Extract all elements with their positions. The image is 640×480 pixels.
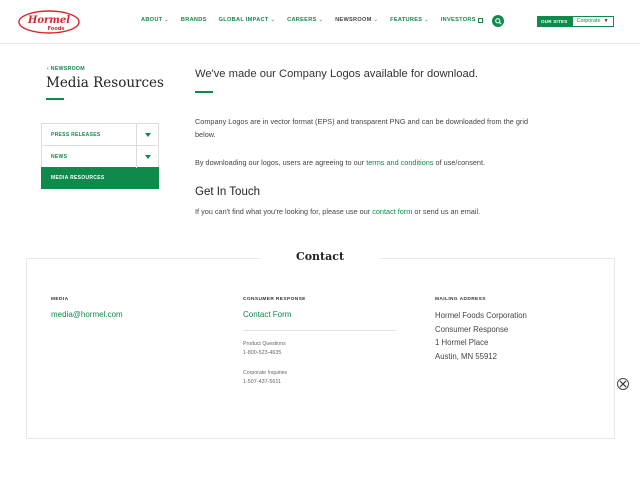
external-link-icon	[477, 17, 483, 23]
page-title: Media Resources	[46, 75, 164, 91]
contact-top-border-left	[26, 258, 280, 259]
title-underline	[46, 98, 64, 100]
subnav-label: PRESS RELEASES	[51, 131, 101, 138]
caret-down-icon	[144, 132, 151, 137]
headline-underline	[195, 91, 213, 93]
close-icon	[619, 380, 627, 388]
nav-about[interactable]: ABOUT ⌄	[141, 17, 169, 23]
logos-description: Company Logos are in vector format (EPS)…	[195, 117, 528, 139]
chevron-down-icon: ⌄	[164, 17, 169, 23]
nav-newsroom-label: NEWSROOM	[335, 17, 372, 23]
subnav-item-media-resources[interactable]: MEDIA RESOURCES	[41, 167, 159, 189]
nav-brands-label: BRANDS	[180, 17, 207, 23]
contact-form-link[interactable]: contact form	[372, 207, 412, 216]
chevron-down-icon: ⌄	[373, 17, 379, 23]
corporate-inquiries-label: Corporate Inquiries	[243, 370, 288, 376]
nav-investors[interactable]: INVESTORS	[441, 17, 483, 23]
get-in-touch-heading: Get In Touch	[195, 186, 260, 198]
our-sites-dropdown[interactable]: Corporate ▼	[571, 16, 614, 27]
terms-and-conditions-link[interactable]: terms and conditions	[366, 158, 433, 167]
contact-text-before: If you can't find what you're looking fo…	[195, 207, 373, 216]
chevron-down-icon: ⌄	[318, 17, 324, 23]
site-header: Hormel Foods ABOUT ⌄ BRANDS GLOBAL IMPACT…	[0, 0, 640, 44]
mailing-address: Hormel Foods Corporation Consumer Respon…	[435, 309, 527, 363]
search-icon	[494, 17, 502, 25]
caret-down-icon: ▼	[603, 18, 609, 24]
our-sites-value: Corporate	[576, 18, 601, 24]
contact-paragraph: If you can't find what you're looking fo…	[195, 206, 545, 219]
nav-about-label: ABOUT	[141, 17, 163, 23]
nav-global-impact[interactable]: GLOBAL IMPACT ⌄	[219, 17, 276, 23]
subnav-label: MEDIA RESOURCES	[51, 175, 105, 181]
chevron-down-icon: ⌄	[424, 17, 429, 23]
logo-graphic: Hormel Foods	[18, 10, 80, 34]
nav-global-impact-label: GLOBAL IMPACT	[218, 17, 269, 23]
consumer-divider	[243, 330, 396, 331]
contact-title: Contact	[260, 250, 380, 263]
subnav-label: NEWS	[51, 153, 68, 160]
consumer-response-heading: CONSUMER RESPONSE	[243, 297, 306, 302]
svg-text:Hormel: Hormel	[27, 15, 70, 26]
section-subnav: PRESS RELEASES NEWS MEDIA RESOURCES	[41, 123, 159, 189]
media-email-link[interactable]: media@hormel.com	[51, 310, 123, 319]
our-sites-selector: OUR SITES Corporate ▼	[537, 16, 614, 27]
expand-toggle[interactable]	[136, 123, 158, 146]
mailing-address-heading: MAILING ADDRESS	[435, 297, 486, 302]
contact-text-after: or send us an email.	[412, 207, 481, 216]
media-heading: MEDIA	[51, 297, 69, 302]
svg-text:Foods: Foods	[48, 26, 65, 32]
nav-careers-label: CAREERS	[287, 17, 317, 23]
contact-top-border-right	[360, 258, 615, 259]
product-questions-label: Product Questions	[243, 341, 286, 347]
subnav-item-press-releases[interactable]: PRESS RELEASES	[41, 123, 159, 146]
main-headline: We've made our Company Logos available f…	[195, 68, 479, 80]
expand-toggle[interactable]	[136, 145, 158, 168]
corporate-inquiries-phone[interactable]: 1-507-437-5611	[243, 379, 281, 385]
close-button[interactable]	[617, 378, 629, 390]
terms-text-before: By downloading our logos, users are agre…	[195, 158, 367, 167]
product-questions-phone[interactable]: 1-800-523-4635	[243, 350, 281, 356]
nav-brands[interactable]: BRANDS	[181, 17, 207, 23]
terms-text-after: of use/consent.	[433, 158, 486, 167]
terms-paragraph: By downloading our logos, users are agre…	[195, 157, 545, 170]
address-line: Austin, MN 55912	[435, 351, 497, 361]
caret-down-icon	[144, 154, 151, 159]
address-line: Hormel Foods Corporation	[435, 311, 527, 320]
nav-careers[interactable]: CAREERS ⌄	[287, 17, 323, 23]
address-line: Consumer Response	[435, 324, 509, 334]
search-button[interactable]	[492, 15, 504, 27]
main-nav: ABOUT ⌄ BRANDS GLOBAL IMPACT ⌄ CAREERS ⌄ NE…	[141, 17, 495, 23]
hormel-foods-logo[interactable]: Hormel Foods	[18, 10, 80, 34]
chevron-down-icon: ⌄	[270, 17, 276, 23]
our-sites-label: OUR SITES	[537, 16, 572, 27]
breadcrumb-newsroom[interactable]: ‹ NEWSROOM	[47, 66, 85, 72]
consumer-contact-form-link[interactable]: Contact Form	[243, 310, 291, 319]
address-line: 1 Hormel Place	[435, 338, 489, 347]
nav-features-label: FEATURES	[390, 17, 423, 23]
subnav-item-news[interactable]: NEWS	[41, 145, 159, 168]
nav-newsroom[interactable]: NEWSROOM ⌄	[335, 17, 378, 23]
nav-features[interactable]: FEATURES ⌄	[390, 17, 429, 23]
nav-investors-label: INVESTORS	[440, 17, 476, 23]
